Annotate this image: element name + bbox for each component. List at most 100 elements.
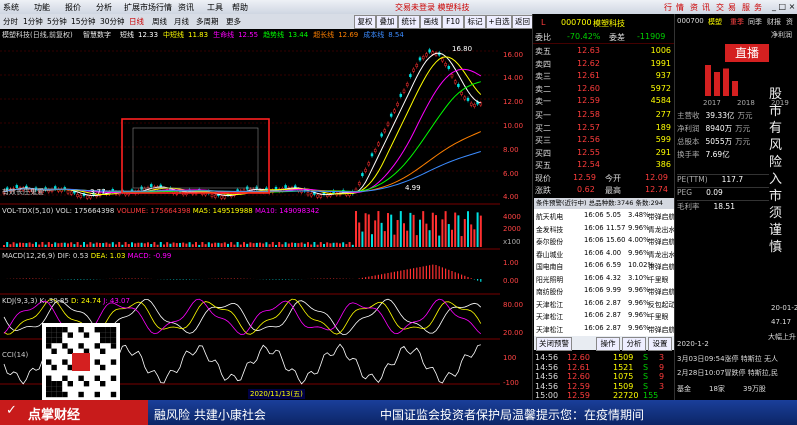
- qr-module: [51, 332, 57, 338]
- period-tab[interactable]: 月线: [172, 16, 191, 27]
- candle-body: [428, 49, 431, 53]
- ask-row: 卖二 12.60 5972: [535, 83, 671, 94]
- draw-button[interactable]: 画线: [420, 15, 442, 29]
- menu-item-tools[interactable]: 工具: [207, 2, 223, 13]
- volume-bar: [387, 213, 389, 247]
- condition-alert-window: 条件预警(近行中) 总品种数:3746 条数:294 航天机电 16:06 5.05…: [534, 198, 675, 351]
- volume-bar: [169, 243, 172, 247]
- period-tab[interactable]: 30分钟: [98, 16, 127, 27]
- qr-module: [100, 364, 106, 371]
- candle-body: [361, 173, 364, 177]
- menu-right-7[interactable]: 服: [742, 2, 750, 13]
- volume-bar: [150, 244, 153, 247]
- alert-row[interactable]: 金发科技 16:06 11.57 9.96% 青龙出水: [534, 223, 675, 235]
- volume-bar: [166, 242, 169, 247]
- overlay-button[interactable]: 叠加: [376, 15, 398, 29]
- volume-bar: [204, 244, 207, 247]
- mark-button[interactable]: 标记: [464, 15, 486, 29]
- period-tab[interactable]: 多周期: [194, 16, 221, 27]
- low-label-2: 3.77: [90, 188, 106, 196]
- alert-row[interactable]: 天津松江 16:06 2.87 9.96% 千里眼: [534, 310, 674, 322]
- menu-item-function[interactable]: 功能: [34, 2, 50, 13]
- menu-item-help[interactable]: 帮助: [232, 2, 248, 13]
- candle-body: [415, 64, 419, 68]
- volume-bar: [175, 243, 178, 247]
- period-tab[interactable]: 周线: [150, 16, 169, 27]
- volume-bar: [396, 220, 399, 247]
- alert-row[interactable]: 国电南自 16:06 6.59 10.02% 带弹启航: [534, 260, 675, 272]
- close-alert-button[interactable]: 关闭预警: [536, 337, 572, 351]
- adjust-button[interactable]: 复权: [354, 15, 376, 29]
- menu-item-news[interactable]: 资讯: [178, 2, 194, 13]
- volume-bar: [44, 244, 47, 247]
- volume-bar: [473, 229, 476, 247]
- side-tab[interactable]: 资: [786, 17, 793, 27]
- alert-row[interactable]: 春山城业 16:06 4.00 9.96% 青龙出水: [534, 248, 675, 260]
- alert-row[interactable]: 天津松江 16:06 2.87 9.96% 反包起动: [534, 298, 675, 310]
- volume-bar: [419, 219, 421, 247]
- add-watchlist-button[interactable]: +自选: [486, 15, 512, 29]
- side-tab[interactable]: 财报: [767, 17, 781, 27]
- menu-right-6[interactable]: 易: [728, 2, 736, 13]
- ma-legend-value: 12.69: [338, 31, 359, 39]
- qr-module: [46, 375, 52, 381]
- alert-row[interactable]: 阳光照明 16:06 4.32 3.10% 千里眼: [534, 273, 674, 285]
- candle-body: [425, 53, 428, 57]
- pe-row: PE(TTM) 117.7: [677, 174, 769, 187]
- menu-right-4[interactable]: 讯: [702, 2, 710, 13]
- stats-button[interactable]: 统计: [398, 15, 420, 29]
- menu-item-quote[interactable]: 报价: [65, 2, 81, 13]
- volume-bar: [300, 242, 303, 247]
- candle-body: [210, 194, 214, 197]
- ma-legend-value: 13.44: [288, 31, 309, 39]
- menu-right-5[interactable]: 交: [716, 2, 724, 13]
- profit-bar: [723, 68, 729, 96]
- settings-button[interactable]: 设置: [648, 337, 672, 351]
- volume-bar: [457, 215, 460, 247]
- profit-bar: [732, 81, 738, 96]
- pe-row: 毛利率 18.51: [677, 200, 769, 213]
- side-tab[interactable]: 同季: [748, 17, 762, 27]
- fin-row: 主营收 39.33亿 万元: [677, 111, 753, 120]
- candle-body: [405, 83, 409, 87]
- volume-bar: [89, 242, 92, 247]
- volume-bar: [188, 242, 191, 247]
- candle-body: [421, 56, 425, 60]
- volume-bar: [268, 244, 271, 247]
- candle-body: [377, 142, 380, 146]
- analyze-button[interactable]: 分析: [622, 337, 646, 351]
- menu-right-8[interactable]: 务: [754, 2, 762, 13]
- menu-right-2[interactable]: 情: [676, 2, 684, 13]
- menu-item-analysis[interactable]: 分析: [96, 2, 112, 13]
- candle-body: [357, 182, 361, 186]
- candle-body: [69, 191, 73, 195]
- back-button[interactable]: 返回: [512, 15, 533, 29]
- period-tab[interactable]: 1分钟: [21, 16, 45, 27]
- alert-row[interactable]: 天津松江 16:06 2.87 9.96% 带弹启航: [534, 323, 675, 335]
- operate-button[interactable]: 操作: [596, 337, 620, 351]
- menu-right-1[interactable]: 行: [664, 2, 672, 13]
- candle-body: [364, 168, 367, 172]
- menu-item-system[interactable]: 系统: [3, 2, 19, 13]
- period-tab-selected[interactable]: 日线: [127, 16, 146, 27]
- period-tab[interactable]: 分时: [1, 16, 20, 27]
- volume-bar: [428, 230, 431, 247]
- qr-module: [46, 332, 52, 338]
- alert-row[interactable]: 南纺股份 16:06 9.99 9.96% 带弹启航: [534, 285, 675, 297]
- window-controls[interactable]: _ □ ×: [772, 2, 795, 11]
- qr-module: [105, 327, 111, 333]
- alert-row[interactable]: 泰尔股份 16:06 15.60 4.00% 带弹启航: [534, 235, 675, 247]
- volume-bar: [147, 242, 149, 247]
- qr-module: [110, 327, 117, 333]
- menu-item-ext-market[interactable]: 扩展市场行情: [124, 2, 172, 13]
- candle-body: [53, 186, 57, 190]
- menu-right-3[interactable]: 资: [690, 2, 698, 13]
- period-tab[interactable]: 15分钟: [69, 16, 98, 27]
- qr-module: [46, 386, 52, 392]
- period-tab[interactable]: 更多: [224, 16, 243, 27]
- alert-row[interactable]: 航天机电 16:06 5.05 3.48% 带弹启航: [534, 210, 675, 222]
- period-tab[interactable]: 5分钟: [45, 16, 69, 27]
- side-tab[interactable]: 重季: [730, 17, 744, 27]
- f10-button[interactable]: F10: [442, 15, 464, 29]
- candle-body: [447, 66, 451, 69]
